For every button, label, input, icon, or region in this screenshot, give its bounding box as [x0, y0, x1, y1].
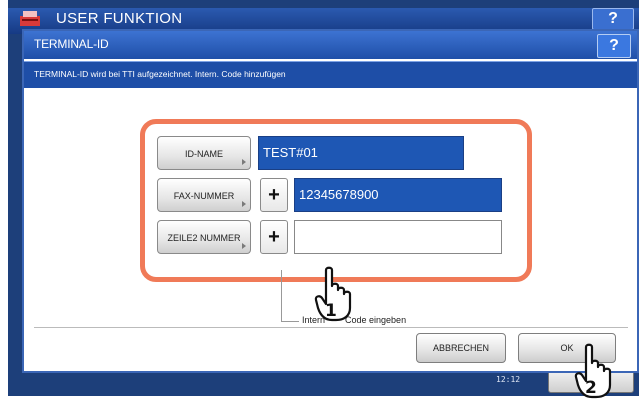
hand-pointer-icon: 2	[574, 343, 612, 399]
id-name-button[interactable]: ID-NAME	[157, 136, 251, 170]
dialog-title-bar: TERMINAL-ID ?	[24, 31, 637, 59]
hand-pointer-icon: 1	[314, 266, 352, 322]
fax-nummer-button[interactable]: FAX-NUMMER	[157, 178, 251, 212]
dialog-message: TERMINAL-ID wird bei TTI aufgezeichnet. …	[34, 69, 286, 79]
background-title: USER FUNKTION	[56, 10, 183, 27]
fax-nummer-plus-button[interactable]: +	[260, 178, 288, 212]
hint-leader-line	[281, 270, 282, 321]
id-name-field[interactable]: TEST#01	[258, 136, 464, 170]
background-help-button[interactable]: ?	[592, 8, 634, 30]
hint-leader-line	[281, 321, 299, 322]
zeile2-nummer-field[interactable]	[294, 220, 502, 254]
step-1-label: 1	[325, 301, 337, 321]
cancel-button[interactable]: ABBRECHEN	[416, 333, 506, 363]
message-bar: TERMINAL-ID wird bei TTI aufgezeichnet. …	[24, 61, 637, 88]
clock-time: 12:12	[496, 375, 521, 384]
corner-arrow-icon	[242, 159, 246, 165]
dialog-title: TERMINAL-ID	[34, 37, 109, 51]
help-button[interactable]: ?	[597, 34, 631, 58]
terminal-id-dialog: TERMINAL-ID ? TERMINAL-ID wird bei TTI a…	[22, 29, 639, 399]
corner-arrow-icon	[242, 243, 246, 249]
zeile2-nummer-plus-button[interactable]: +	[260, 220, 288, 254]
corner-arrow-icon	[242, 201, 246, 207]
printer-logo-icon	[18, 10, 44, 28]
zeile2-nummer-button[interactable]: ZEILE2 NUMMER	[157, 220, 251, 254]
fax-nummer-button-label: FAX-NUMMER	[173, 191, 235, 201]
divider	[34, 327, 628, 328]
fax-nummer-field[interactable]: 12345678900	[294, 178, 502, 212]
id-name-button-label: ID-NAME	[185, 149, 223, 159]
step-2-label: 2	[585, 378, 597, 398]
zeile2-nummer-button-label: ZEILE2 NUMMER	[167, 233, 241, 243]
